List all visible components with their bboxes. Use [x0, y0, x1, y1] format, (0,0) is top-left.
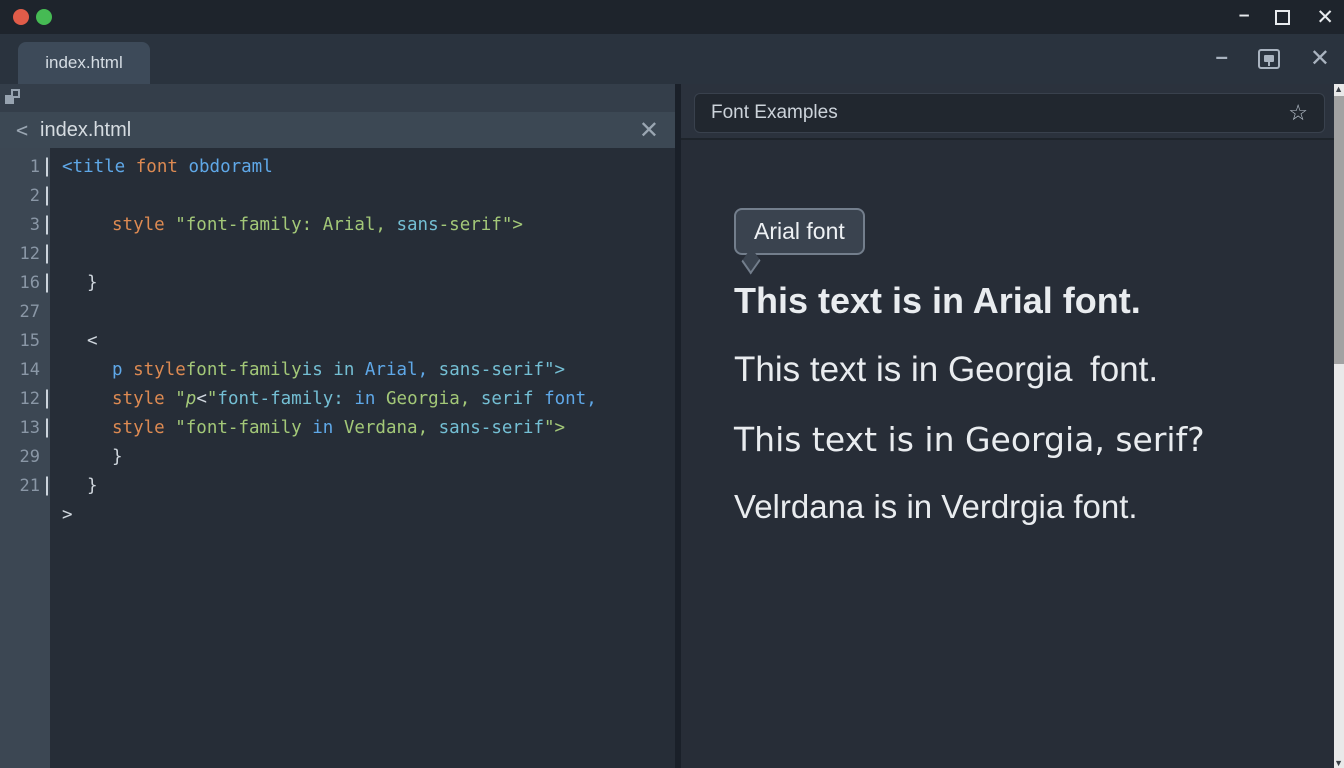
bookmark-star-icon[interactable]: ☆	[1288, 100, 1308, 126]
preview-pane: Font Examples ☆ Arial font This text is …	[681, 84, 1344, 768]
window-titlebar: – ✕	[0, 0, 1344, 34]
text-caret	[46, 186, 48, 205]
font-label-tooltip: Arial font	[734, 208, 865, 255]
code-line: 14p stylefont-familyis in Arial, sans-se…	[0, 355, 675, 384]
preview-title-bar: Font Examples ☆	[694, 93, 1325, 133]
code-text: style "font-family: Arial, sans-serif">	[50, 215, 523, 235]
window-minimize-button[interactable]: –	[1239, 6, 1250, 25]
code-line: 12	[0, 239, 675, 268]
code-text: style "font-family in Verdana, sans-seri…	[50, 418, 565, 438]
line-number: 27	[0, 302, 50, 322]
code-line: 1<title font obdoraml	[0, 152, 675, 181]
font-sample-text: Velrdana is in Verdrgia font.	[734, 488, 1138, 526]
scroll-down-icon[interactable]: ▼	[1334, 758, 1343, 768]
code-line: 27	[0, 297, 675, 326]
code-line: 15<	[0, 326, 675, 355]
pane-restore-icon[interactable]	[1258, 49, 1280, 69]
scrollbar-thumb[interactable]	[1334, 96, 1344, 364]
preview-header-strip: Font Examples ☆	[681, 84, 1344, 140]
traffic-light-close-icon[interactable]	[13, 9, 29, 25]
line-number: 12	[0, 389, 50, 409]
code-text: style "p<"font-family: in Georgia, serif…	[50, 389, 597, 409]
code-line: 2	[0, 181, 675, 210]
tab-index-html[interactable]: index.html	[18, 42, 150, 84]
line-number: 13	[0, 418, 50, 438]
traffic-light-zoom-icon[interactable]	[36, 9, 52, 25]
code-line: 12style "p<"font-family: in Georgia, ser…	[0, 384, 675, 413]
line-number: 14	[0, 360, 50, 380]
line-number: 12	[0, 244, 50, 264]
tab-bar: index.html – ✕	[0, 34, 1344, 84]
window-close-button[interactable]: ✕	[1316, 7, 1334, 28]
file-close-icon[interactable]: ✕	[639, 116, 659, 145]
code-line: 3style "font-family: Arial, sans-serif">	[0, 210, 675, 239]
line-number: 1	[0, 157, 50, 177]
text-caret	[46, 215, 48, 234]
breadcrumb-filename: index.html	[40, 119, 131, 142]
code-text: <	[50, 331, 98, 351]
code-text: }	[50, 273, 98, 293]
text-caret	[46, 476, 48, 495]
scroll-up-icon[interactable]: ▲	[1334, 84, 1343, 94]
tab-label: index.html	[45, 53, 122, 73]
code-area[interactable]: 1<title font obdoraml23style "font-famil…	[0, 148, 675, 768]
code-text: >	[50, 505, 73, 525]
code-text: <title font obdoraml	[50, 157, 273, 177]
code-text: p stylefont-familyis in Arial, sans-seri…	[50, 360, 565, 380]
window-maximize-button[interactable]	[1275, 10, 1290, 25]
main-split: < index.html ✕ 1<title font obdoraml23st…	[0, 84, 1344, 768]
code-editor-pane: < index.html ✕ 1<title font obdoraml23st…	[0, 84, 675, 768]
pane-close-button[interactable]: ✕	[1310, 47, 1330, 71]
line-number: 15	[0, 331, 50, 351]
line-number: 29	[0, 447, 50, 467]
restore-windows-icon[interactable]	[5, 89, 20, 104]
text-caret	[46, 273, 48, 292]
text-caret	[46, 389, 48, 408]
code-line: 21}	[0, 471, 675, 500]
font-sample-text: This text is in Georgia, serif?	[734, 420, 1205, 459]
line-number: 3	[0, 215, 50, 235]
line-number: 2	[0, 186, 50, 206]
text-caret	[46, 244, 48, 263]
editor-top-strip	[0, 84, 675, 112]
back-chevron-icon[interactable]: <	[16, 118, 28, 142]
preview-scrollbar[interactable]: ▲ ▼	[1334, 84, 1344, 768]
code-line: 16}	[0, 268, 675, 297]
pane-minimize-button[interactable]: –	[1216, 46, 1228, 68]
breadcrumb: < index.html ✕	[0, 112, 675, 148]
code-text: }	[50, 447, 123, 467]
preview-title: Font Examples	[711, 102, 838, 124]
code-text: }	[50, 476, 98, 496]
code-line: >	[0, 500, 675, 529]
line-number: 16	[0, 273, 50, 293]
line-number: 21	[0, 476, 50, 496]
font-sample-text: This text is in Arial font.	[734, 280, 1141, 322]
text-caret	[46, 418, 48, 437]
font-sample-text: This text is in Georgia font.	[734, 350, 1158, 390]
text-caret	[46, 157, 48, 176]
code-line: 29}	[0, 442, 675, 471]
tooltip-label: Arial font	[754, 218, 845, 245]
code-line: 13style "font-family in Verdana, sans-se…	[0, 413, 675, 442]
